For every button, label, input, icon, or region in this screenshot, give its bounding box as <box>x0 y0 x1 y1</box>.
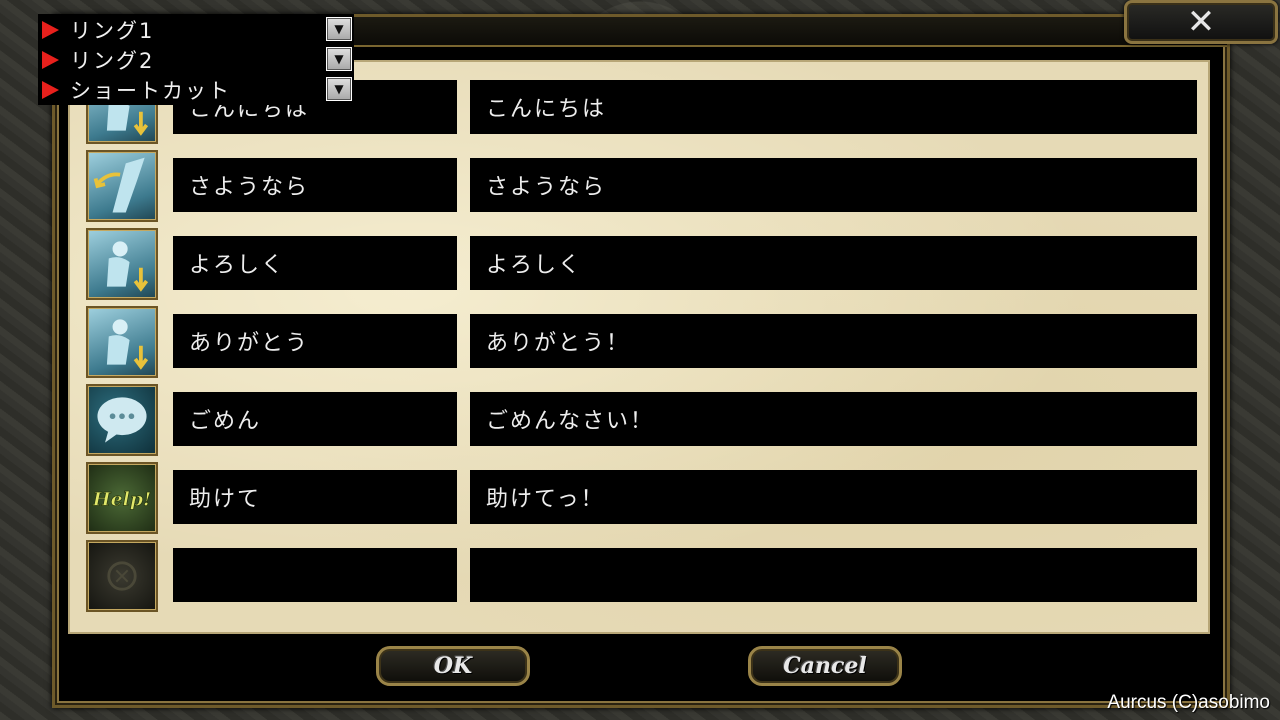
dropdown-label: ショートカット <box>70 79 231 103</box>
chevron-down-icon[interactable]: ▼ <box>326 47 352 71</box>
short-name-field[interactable]: よろしく <box>173 236 457 290</box>
close-x-icon: ✕ <box>1186 2 1216 42</box>
cancel-button[interactable]: Cancel <box>748 646 902 686</box>
shortcut-row: ごめん ごめんなさい！ <box>70 384 1208 456</box>
speech-bubble-icon[interactable] <box>86 384 158 456</box>
message-field[interactable]: よろしく <box>470 236 1197 290</box>
short-name-field[interactable]: ごめん <box>173 392 457 446</box>
dropdown-label: リング1 <box>70 19 155 43</box>
dropdown-label: リング2 <box>70 49 155 73</box>
shortcut-row: よろしく よろしく <box>70 228 1208 300</box>
dropdown-ring2[interactable]: リング2 ▼ <box>38 44 354 74</box>
ring-dropdown-menu: リング1 ▼ リング2 ▼ ショートカット ▼ <box>38 14 354 105</box>
message-field[interactable]: ありがとう！ <box>470 314 1197 368</box>
pose-bow-icon[interactable] <box>86 306 158 378</box>
message-field[interactable]: 助けてっ！ <box>470 470 1197 524</box>
copyright-text: Aurcus (C)asobimo <box>1107 692 1270 713</box>
shortcut-row: ありがとう ありがとう！ <box>70 306 1208 378</box>
short-name-field[interactable]: 助けて <box>173 470 457 524</box>
shortcut-row: さようなら さようなら <box>70 150 1208 222</box>
empty-slot-icon[interactable] <box>86 540 158 612</box>
help-icon[interactable]: Help! <box>86 462 158 534</box>
dropdown-shortcut[interactable]: ショートカット ▼ <box>38 74 354 104</box>
shortcut-list-panel: こんにちは こんにちは さようなら さようなら よろしく よろしく ありがとう … <box>68 60 1210 634</box>
red-arrow-icon <box>42 21 59 39</box>
short-name-field[interactable]: ありがとう <box>173 314 457 368</box>
shortcut-row <box>70 540 1208 612</box>
close-button[interactable]: ✕ <box>1124 0 1278 44</box>
message-field[interactable] <box>470 548 1197 602</box>
message-field[interactable]: さようなら <box>470 158 1197 212</box>
message-field[interactable]: こんにちは <box>470 80 1197 134</box>
chevron-down-icon[interactable]: ▼ <box>326 77 352 101</box>
short-name-field[interactable]: さようなら <box>173 158 457 212</box>
dropdown-ring1[interactable]: リング1 ▼ <box>38 14 354 44</box>
chevron-down-icon[interactable]: ▼ <box>326 17 352 41</box>
help-icon-text: Help! <box>92 489 152 511</box>
pose-wave-icon[interactable] <box>86 150 158 222</box>
pose-bow-icon[interactable] <box>86 228 158 300</box>
ok-button[interactable]: OK <box>376 646 530 686</box>
message-field[interactable]: ごめんなさい！ <box>470 392 1197 446</box>
red-arrow-icon <box>42 51 59 69</box>
short-name-field[interactable] <box>173 548 457 602</box>
shortcut-row: Help! 助けて 助けてっ！ <box>70 462 1208 534</box>
red-arrow-icon <box>42 81 59 99</box>
